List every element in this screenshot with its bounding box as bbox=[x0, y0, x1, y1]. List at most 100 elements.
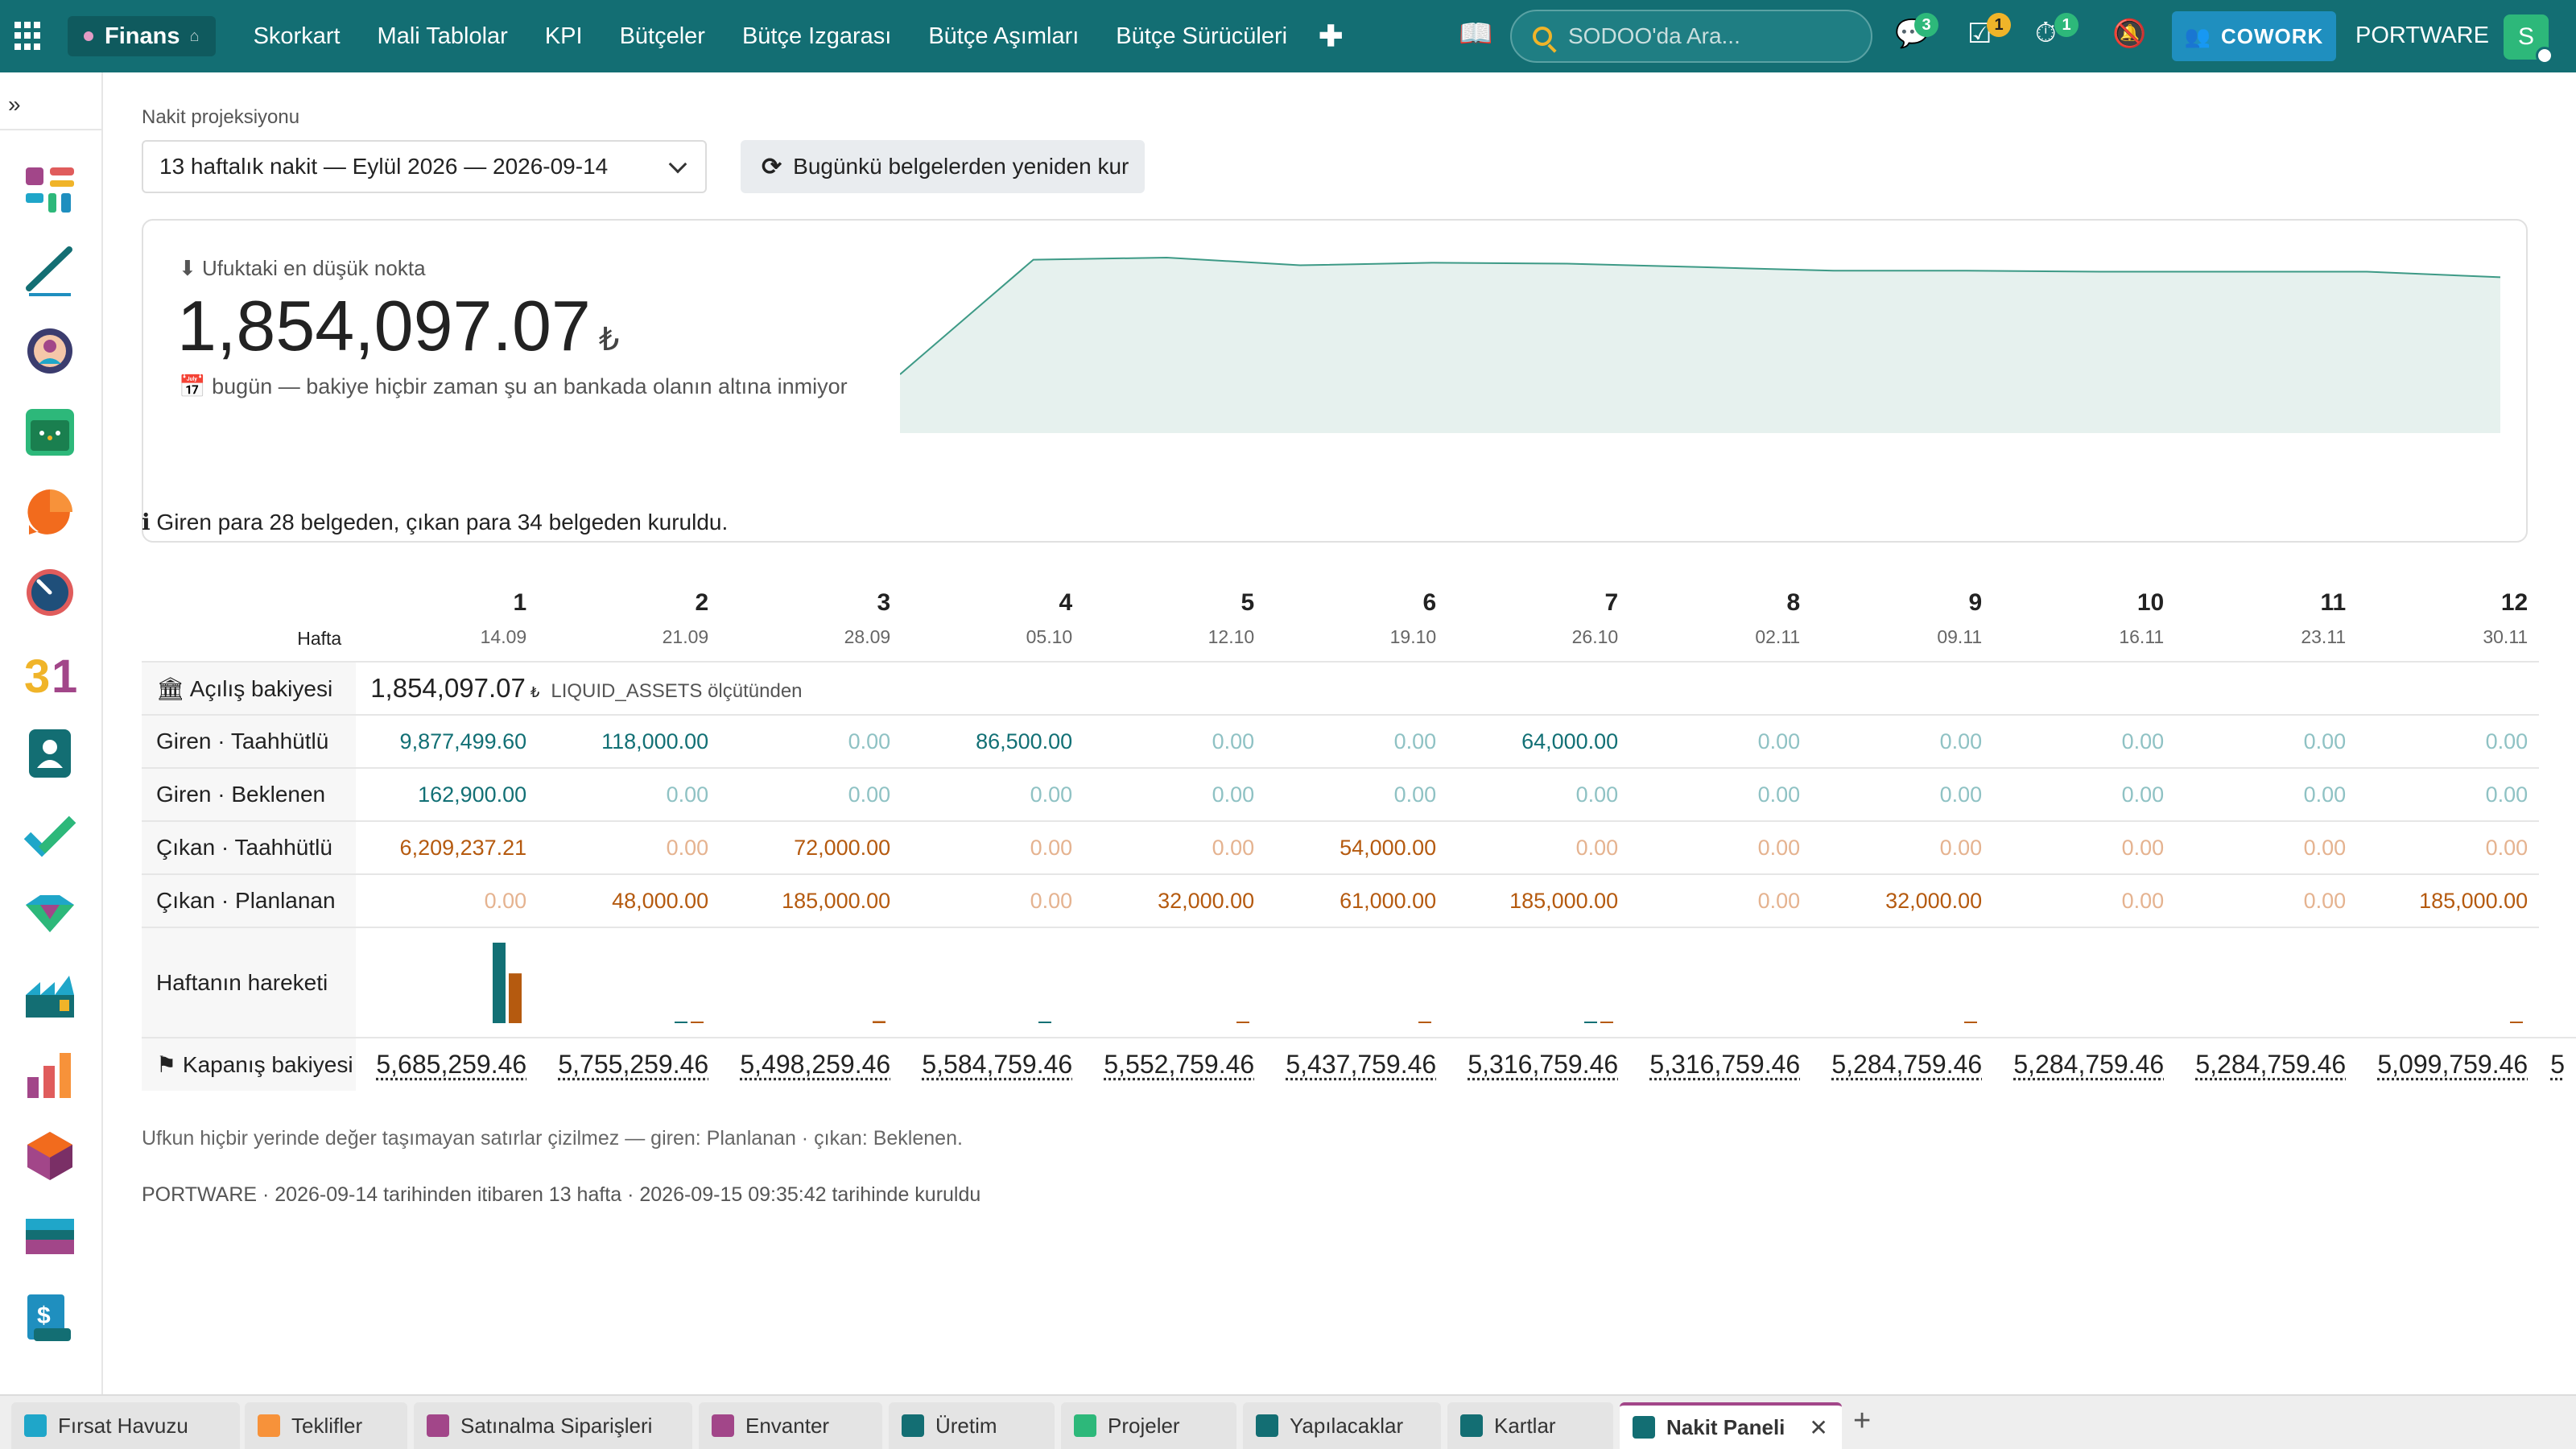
menu-item-mali-tablolar[interactable]: Mali Tablolar bbox=[378, 23, 508, 50]
flow-cell[interactable]: 0.00 bbox=[1811, 767, 1994, 821]
flow-cell[interactable]: 86,500.00 bbox=[902, 714, 1084, 768]
activities-icon[interactable]: ☑ 1 bbox=[1967, 13, 2011, 50]
tab-cash-panel[interactable]: Nakit Paneli ✕ bbox=[1620, 1402, 1842, 1449]
flow-cell[interactable]: 0.00 bbox=[2175, 873, 2358, 927]
flow-cell[interactable]: 185,000.00 bbox=[2357, 873, 2540, 927]
closing-balance-cell[interactable]: 5,284,759.46 bbox=[1993, 1037, 2176, 1091]
closing-balance-cell[interactable]: 5,552,759.46 bbox=[1084, 1037, 1266, 1091]
closing-balance-cell-partial[interactable]: 5 bbox=[2539, 1037, 2576, 1091]
contacts-app-icon[interactable] bbox=[23, 726, 77, 781]
menu-item-butce-suruculeri[interactable]: Bütçe Sürücüleri bbox=[1116, 23, 1287, 50]
sales-app-icon[interactable] bbox=[23, 1048, 77, 1103]
flow-cell[interactable]: 0.00 bbox=[1629, 873, 1812, 927]
menu-item-skorkart[interactable]: Skorkart bbox=[254, 23, 341, 50]
crm-app-icon[interactable] bbox=[23, 887, 77, 942]
sign-app-icon[interactable] bbox=[23, 243, 77, 298]
closing-balance-cell[interactable]: 5,316,759.46 bbox=[1629, 1037, 1812, 1091]
closing-balance-cell[interactable]: 5,755,259.46 bbox=[538, 1037, 720, 1091]
tab-sales[interactable]: Teklifler bbox=[245, 1402, 407, 1449]
flow-cell[interactable]: 64,000.00 bbox=[1447, 714, 1630, 768]
flow-cell[interactable]: 0.00 bbox=[902, 873, 1084, 927]
flow-cell[interactable]: 0.00 bbox=[1265, 767, 1448, 821]
menu-item-butce-asimlari[interactable]: Bütçe Aşımları bbox=[928, 23, 1079, 50]
closing-balance-cell[interactable]: 5,584,759.46 bbox=[902, 1037, 1084, 1091]
app-grid-icon[interactable] bbox=[14, 22, 43, 51]
menu-item-butceler[interactable]: Bütçeler bbox=[620, 23, 705, 50]
flow-cell[interactable]: 0.00 bbox=[1447, 820, 1630, 874]
timesheet-app-icon[interactable] bbox=[23, 565, 77, 620]
tab-cards[interactable]: Kartlar bbox=[1447, 1402, 1613, 1449]
flow-cell[interactable]: 48,000.00 bbox=[538, 873, 720, 927]
user-avatar[interactable]: S bbox=[2504, 14, 2553, 64]
documentation-icon[interactable]: 📖 bbox=[1459, 18, 1492, 50]
flow-cell[interactable]: 54,000.00 bbox=[1265, 820, 1448, 874]
flow-cell[interactable]: 118,000.00 bbox=[538, 714, 720, 768]
flow-cell[interactable]: 0.00 bbox=[2357, 767, 2540, 821]
flow-cell[interactable]: 0.00 bbox=[538, 767, 720, 821]
closing-balance-cell[interactable]: 5,437,759.46 bbox=[1265, 1037, 1448, 1091]
notifications-muted-icon[interactable]: 🔕 bbox=[2112, 18, 2146, 50]
flow-cell[interactable]: 0.00 bbox=[1811, 714, 1994, 768]
menu-item-kpi[interactable]: KPI bbox=[545, 23, 583, 50]
cowork-button[interactable]: 👥 COWORK bbox=[2172, 11, 2336, 61]
flow-cell[interactable]: 0.00 bbox=[2357, 820, 2540, 874]
closing-balance-cell[interactable]: 5,284,759.46 bbox=[1811, 1037, 1994, 1091]
flow-cell[interactable]: 0.00 bbox=[720, 767, 902, 821]
menu-item-butce-izgarasi[interactable]: Bütçe Izgarası bbox=[742, 23, 891, 50]
company-switcher[interactable]: PORTWARE bbox=[2355, 23, 2489, 49]
discuss-app-icon[interactable] bbox=[23, 485, 77, 539]
flow-cell[interactable]: 0.00 bbox=[1447, 767, 1630, 821]
search-input[interactable] bbox=[1567, 23, 1856, 50]
closing-balance-cell[interactable]: 5,498,259.46 bbox=[720, 1037, 902, 1091]
flow-cell[interactable]: 32,000.00 bbox=[1084, 873, 1266, 927]
flow-cell[interactable]: 0.00 bbox=[538, 820, 720, 874]
flow-cell[interactable]: 0.00 bbox=[1084, 714, 1266, 768]
tab-todo[interactable]: Yapılacaklar bbox=[1243, 1402, 1441, 1449]
flow-cell[interactable]: 61,000.00 bbox=[1265, 873, 1448, 927]
calendar-app-icon[interactable] bbox=[23, 404, 77, 459]
flow-cell[interactable]: 0.00 bbox=[2175, 820, 2358, 874]
app-switcher[interactable]: Finans ⌂ bbox=[68, 16, 216, 56]
add-tab-icon[interactable]: + bbox=[1853, 1404, 1871, 1439]
closing-balance-cell[interactable]: 5,685,259.46 bbox=[356, 1037, 539, 1091]
flow-cell[interactable]: 0.00 bbox=[1993, 873, 2176, 927]
closing-balance-cell[interactable]: 5,284,759.46 bbox=[2175, 1037, 2358, 1091]
purchase-app-icon[interactable] bbox=[23, 1209, 77, 1264]
flow-cell[interactable]: 0.00 bbox=[1629, 714, 1812, 768]
flow-cell[interactable]: 185,000.00 bbox=[1447, 873, 1630, 927]
flow-cell[interactable]: 0.00 bbox=[1811, 820, 1994, 874]
flow-cell[interactable]: 0.00 bbox=[356, 873, 539, 927]
flow-cell[interactable]: 0.00 bbox=[902, 820, 1084, 874]
flow-cell[interactable]: 0.00 bbox=[720, 714, 902, 768]
invoicing-app-icon[interactable]: $ bbox=[23, 1290, 77, 1344]
closing-balance-cell[interactable]: 5,316,759.46 bbox=[1447, 1037, 1630, 1091]
flow-cell[interactable]: 0.00 bbox=[1084, 820, 1266, 874]
inventory-app-icon[interactable] bbox=[23, 1129, 77, 1183]
flow-cell[interactable]: 6,209,237.21 bbox=[356, 820, 539, 874]
flow-cell[interactable]: 162,900.00 bbox=[356, 767, 539, 821]
agenda-31-app-icon[interactable]: 31 bbox=[23, 646, 77, 700]
flow-cell[interactable]: 0.00 bbox=[1993, 714, 2176, 768]
add-menu-icon[interactable]: ✚ bbox=[1319, 19, 1343, 53]
flow-cell[interactable]: 0.00 bbox=[1084, 767, 1266, 821]
flow-cell[interactable]: 0.00 bbox=[1993, 820, 2176, 874]
expand-sidebar-icon[interactable]: » bbox=[8, 92, 21, 118]
dashboard-app-icon[interactable] bbox=[23, 163, 77, 217]
messages-icon[interactable]: 💬 3 bbox=[1895, 13, 1938, 50]
timer-icon[interactable]: ⏱ 1 bbox=[2035, 13, 2079, 49]
flow-cell[interactable]: 9,877,499.60 bbox=[356, 714, 539, 768]
team-app-icon[interactable] bbox=[23, 324, 77, 378]
rebuild-button[interactable]: ⟳ Bugünkü belgelerden yeniden kur bbox=[741, 140, 1145, 193]
close-tab-icon[interactable]: ✕ bbox=[1809, 1414, 1827, 1441]
flow-cell[interactable]: 72,000.00 bbox=[720, 820, 902, 874]
tab-project[interactable]: Projeler bbox=[1061, 1402, 1236, 1449]
flow-cell[interactable]: 32,000.00 bbox=[1811, 873, 1994, 927]
global-search[interactable] bbox=[1510, 10, 1872, 63]
tab-inventory[interactable]: Envanter bbox=[699, 1402, 882, 1449]
manufacturing-app-icon[interactable] bbox=[23, 968, 77, 1022]
flow-cell[interactable]: 0.00 bbox=[2175, 767, 2358, 821]
flow-cell[interactable]: 0.00 bbox=[1629, 767, 1812, 821]
projection-select[interactable]: 13 haftalık nakit — Eylül 2026 — 2026-09… bbox=[142, 140, 707, 193]
flow-cell[interactable]: 0.00 bbox=[1265, 714, 1448, 768]
closing-balance-cell[interactable]: 5,099,759.46 bbox=[2357, 1037, 2540, 1091]
